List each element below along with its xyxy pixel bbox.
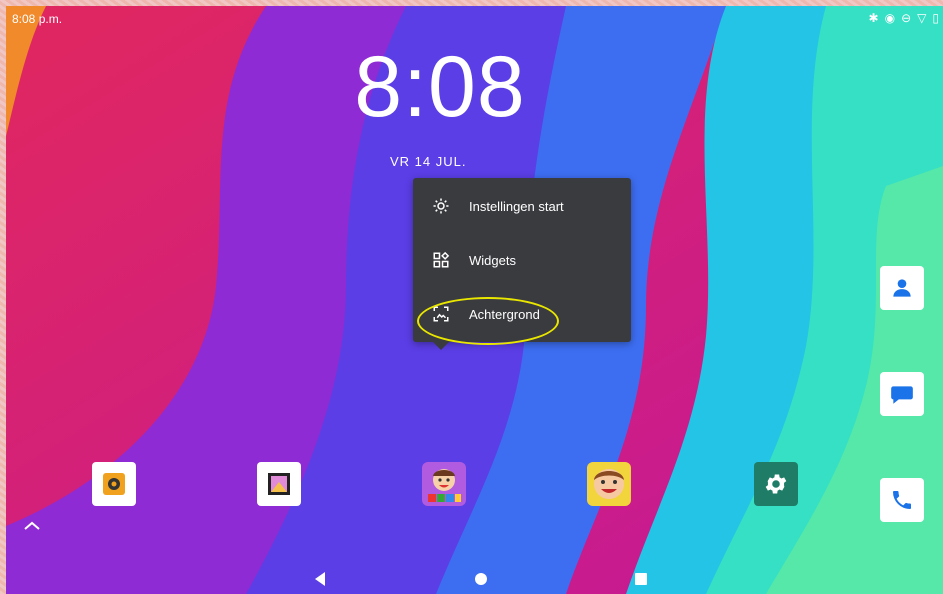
app-drawer-chevron-icon[interactable] — [22, 518, 42, 532]
contacts-app-icon[interactable] — [880, 266, 924, 310]
highlight-ring — [417, 297, 559, 345]
clock-time: 8:08 — [354, 39, 526, 135]
home-icon[interactable] — [472, 570, 490, 588]
camera-app-icon[interactable] — [92, 462, 136, 506]
clock-date: VR 14 JUL. — [390, 154, 467, 169]
status-bar: 8:08 p.m. ✱ ◉ ⊖ ▽ ▯ — [6, 6, 943, 32]
kids-app-icon[interactable] — [422, 462, 466, 506]
back-icon[interactable] — [311, 570, 329, 588]
navigation-bar — [6, 562, 943, 594]
battery-icon: ▯ — [932, 11, 939, 25]
recents-icon[interactable] — [632, 570, 650, 588]
kids-face-app-icon[interactable] — [587, 462, 631, 506]
menu-item-home-settings[interactable]: Instellingen start — [413, 180, 631, 232]
menu-item-label: Widgets — [469, 252, 516, 268]
tablet-screen: 8:08 p.m. ✱ ◉ ⊖ ▽ ▯ 8:08 VR 14 JUL. Inst… — [6, 6, 943, 594]
vibrate-icon: ◉ — [884, 11, 896, 25]
phone-app-icon[interactable] — [880, 478, 924, 522]
settings-gear-icon — [429, 194, 453, 218]
gallery-app-icon[interactable] — [257, 462, 301, 506]
bluetooth-icon: ✱ — [868, 11, 879, 25]
do-not-disturb-icon: ⊖ — [901, 11, 912, 25]
menu-item-widgets[interactable]: Widgets — [413, 234, 631, 286]
status-time: 8:08 p.m. — [12, 12, 63, 26]
messages-app-icon[interactable] — [880, 372, 924, 416]
widgets-icon — [429, 248, 453, 272]
status-icons: ✱ ◉ ⊖ ▽ ▯ — [869, 11, 939, 25]
menu-item-label: Instellingen start — [469, 198, 564, 214]
wifi-icon: ▽ — [917, 11, 927, 25]
settings-app-icon[interactable] — [754, 462, 798, 506]
